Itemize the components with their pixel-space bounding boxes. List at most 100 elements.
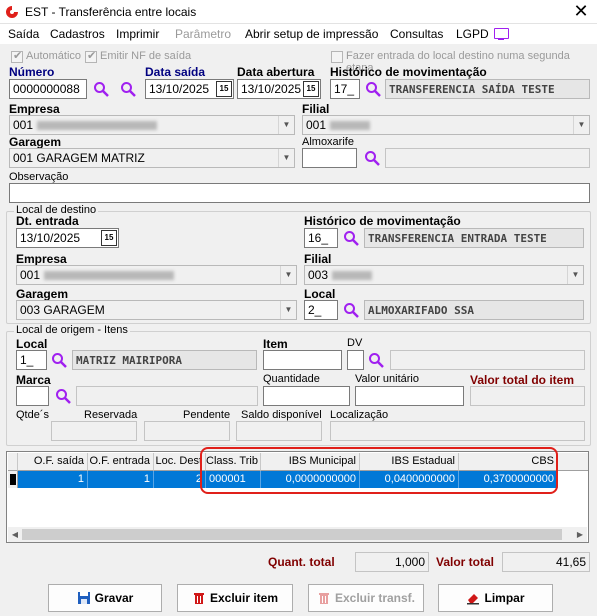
destino-historico-desc: TRANSFERENCIA ENTRADA TESTE bbox=[364, 228, 584, 248]
search-icon[interactable] bbox=[51, 352, 67, 368]
item-label: Item bbox=[263, 337, 288, 351]
excluir-item-button[interactable]: Excluir item bbox=[177, 584, 293, 612]
destino-garagem-label: Garagem bbox=[16, 287, 69, 301]
destino-filial-select[interactable]: 003 ▼ bbox=[304, 265, 584, 285]
origem-local-desc: MATRIZ MAIRIPORA bbox=[72, 350, 257, 370]
almoxarife-code-input[interactable] bbox=[302, 148, 357, 168]
dv-input[interactable] bbox=[347, 350, 364, 370]
monitor-icon[interactable] bbox=[494, 28, 509, 40]
data-abertura-value: 13/10/2025 bbox=[241, 82, 302, 96]
dt-entrada-input[interactable]: 13/10/2025 15 bbox=[16, 228, 119, 248]
menu-imprimir[interactable]: Imprimir bbox=[116, 27, 159, 41]
dv-label: DV bbox=[347, 337, 363, 349]
quantidade-input[interactable] bbox=[263, 386, 350, 406]
valor-total-value: 41,65 bbox=[502, 552, 590, 572]
destino-empresa-code: 001 bbox=[20, 268, 41, 282]
data-saida-value: 13/10/2025 bbox=[149, 82, 210, 96]
garagem-select[interactable]: 001 GARAGEM MATRIZ ▼ bbox=[9, 148, 295, 168]
excluir-transf-button[interactable]: Excluir transf. bbox=[308, 584, 424, 612]
empresa-code: 001 bbox=[13, 118, 34, 132]
pendente-value bbox=[144, 421, 230, 441]
chevron-down-icon[interactable]: ▼ bbox=[573, 116, 589, 134]
menu-lgpd[interactable]: LGPD bbox=[456, 27, 489, 41]
eraser-icon bbox=[467, 594, 480, 605]
search-icon[interactable] bbox=[55, 388, 71, 404]
search-icon[interactable] bbox=[343, 302, 359, 318]
filial-code: 001 bbox=[306, 118, 327, 132]
destino-garagem-select[interactable]: 003 GARAGEM ▼ bbox=[16, 300, 297, 320]
observacao-label: Observação bbox=[9, 171, 69, 183]
dt-entrada-label: Dt. entrada bbox=[16, 214, 79, 228]
horizontal-scrollbar[interactable]: ◀ ▶ bbox=[8, 527, 587, 542]
column-header-of-entrada[interactable]: O.F. entrada bbox=[88, 453, 154, 471]
redacted-text bbox=[332, 271, 373, 281]
chevron-down-icon[interactable]: ▼ bbox=[280, 266, 296, 284]
table-row-indicator-header bbox=[8, 453, 18, 471]
search-icon[interactable] bbox=[365, 81, 381, 97]
chevron-down-icon[interactable]: ▼ bbox=[567, 266, 583, 284]
destino-historico-label: Histórico de movimentação bbox=[304, 214, 461, 228]
column-header-loc-dest[interactable]: Loc. Dest bbox=[154, 453, 206, 471]
automatico-checkbox[interactable] bbox=[11, 49, 23, 63]
scroll-left-icon[interactable]: ◀ bbox=[8, 527, 22, 542]
chevron-down-icon[interactable]: ▼ bbox=[278, 149, 294, 167]
numero-input[interactable]: 0000000088 bbox=[9, 79, 87, 99]
destino-empresa-select[interactable]: 001 ▼ bbox=[16, 265, 297, 285]
menu-parametro[interactable]: Parâmetro bbox=[175, 27, 231, 41]
garagem-label: Garagem bbox=[9, 135, 62, 149]
scrollbar-thumb[interactable] bbox=[22, 529, 562, 540]
menu-saida[interactable]: Saída bbox=[8, 27, 39, 41]
data-saida-label: Data saída bbox=[145, 65, 206, 79]
destino-historico-code-input[interactable]: 16_ bbox=[304, 228, 338, 248]
row-indicator[interactable] bbox=[8, 471, 18, 488]
limpar-button[interactable]: Limpar bbox=[438, 584, 553, 612]
trash-icon bbox=[318, 593, 329, 604]
calendar-icon[interactable]: 15 bbox=[216, 81, 232, 97]
search-icon[interactable] bbox=[343, 230, 359, 246]
column-header-of-saida[interactable]: O.F. saída bbox=[18, 453, 88, 471]
chevron-down-icon[interactable]: ▼ bbox=[278, 116, 294, 134]
search-icon[interactable] bbox=[364, 150, 380, 166]
historico-desc: TRANSFERENCIA SAÍDA TESTE bbox=[385, 79, 590, 99]
table-cell[interactable]: 2 bbox=[154, 471, 206, 488]
valor-unitario-input[interactable] bbox=[355, 386, 464, 406]
saldo-disponivel-value bbox=[236, 421, 322, 441]
gravar-button[interactable]: Gravar bbox=[48, 584, 162, 612]
marca-desc bbox=[76, 386, 258, 406]
valor-total-item-label: Valor total do item bbox=[470, 373, 575, 387]
calendar-icon[interactable]: 15 bbox=[303, 81, 319, 97]
observacao-input[interactable] bbox=[9, 183, 590, 203]
origem-local-code-input[interactable]: 1_ bbox=[16, 350, 47, 370]
search-icon[interactable] bbox=[93, 81, 109, 97]
menu-consultas[interactable]: Consultas bbox=[390, 27, 443, 41]
chevron-down-icon[interactable]: ▼ bbox=[280, 301, 296, 319]
menu-cadastros[interactable]: Cadastros bbox=[50, 27, 105, 41]
scroll-right-icon[interactable]: ▶ bbox=[573, 527, 587, 542]
title-bar: EST - Transferência entre locais ✕ bbox=[0, 0, 597, 24]
menu-abrir-setup[interactable]: Abrir setup de impressão bbox=[245, 27, 378, 41]
search-icon[interactable] bbox=[120, 81, 136, 97]
emitir-nf-checkbox[interactable] bbox=[85, 49, 97, 63]
almoxarife-desc bbox=[385, 148, 590, 168]
save-icon bbox=[77, 592, 90, 604]
marca-code-input[interactable] bbox=[16, 386, 49, 406]
historico-code-input[interactable]: 17_ bbox=[330, 79, 360, 99]
filial-select[interactable]: 001 ▼ bbox=[302, 115, 590, 135]
valor-unitario-label: Valor unitário bbox=[355, 373, 419, 385]
calendar-icon[interactable]: 15 bbox=[101, 230, 117, 246]
table-cell[interactable]: 1 bbox=[88, 471, 154, 488]
search-icon[interactable] bbox=[368, 352, 384, 368]
fazer-entrada-checkbox[interactable] bbox=[331, 51, 343, 63]
destino-filial-label: Filial bbox=[304, 252, 332, 266]
data-saida-input[interactable]: 13/10/2025 15 bbox=[145, 79, 234, 99]
empresa-select[interactable]: 001 ▼ bbox=[9, 115, 295, 135]
close-button[interactable]: ✕ bbox=[570, 2, 592, 22]
data-abertura-label: Data abertura bbox=[237, 65, 315, 79]
data-abertura-input[interactable]: 13/10/2025 15 bbox=[237, 79, 321, 99]
table-cell[interactable]: 1 bbox=[18, 471, 88, 488]
item-input[interactable] bbox=[263, 350, 342, 370]
destino-local-code-input[interactable]: 2_ bbox=[304, 300, 338, 320]
valor-total-item-value bbox=[470, 386, 585, 406]
marca-label: Marca bbox=[16, 373, 51, 387]
destino-local-desc: ALMOXARIFADO SSA bbox=[364, 300, 584, 320]
